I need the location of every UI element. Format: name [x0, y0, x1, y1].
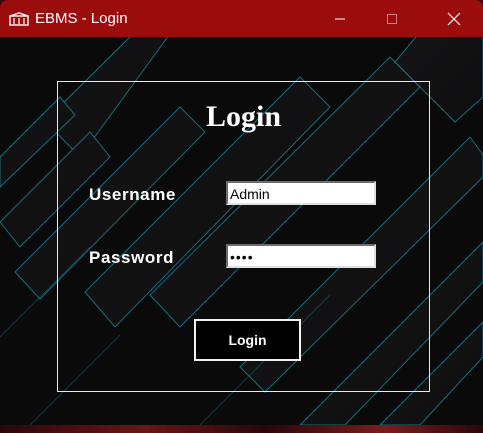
username-label: Username: [89, 185, 177, 204]
maximize-button[interactable]: [366, 0, 418, 37]
client-area: Login Username Password Login: [0, 37, 483, 425]
login-window: EBMS - Login Login Username Admin Passwo…: [0, 0, 483, 433]
minimize-icon: [335, 18, 345, 19]
login-panel: Login Username Password Login: [57, 81, 430, 392]
password-label: Password: [89, 248, 175, 267]
close-button[interactable]: [428, 0, 480, 37]
maximize-icon: [387, 13, 397, 24]
login-button[interactable]: Login: [194, 319, 301, 361]
window-title: EBMS - Login: [35, 10, 128, 27]
title-bar[interactable]: EBMS - Login: [0, 0, 483, 37]
app-logo-icon: [9, 12, 29, 26]
username-input[interactable]: [226, 181, 376, 205]
background-strip: [0, 425, 483, 433]
close-icon: [447, 12, 461, 25]
minimize-button[interactable]: [314, 0, 366, 37]
password-input[interactable]: [226, 244, 376, 268]
login-heading: Login: [205, 100, 282, 133]
